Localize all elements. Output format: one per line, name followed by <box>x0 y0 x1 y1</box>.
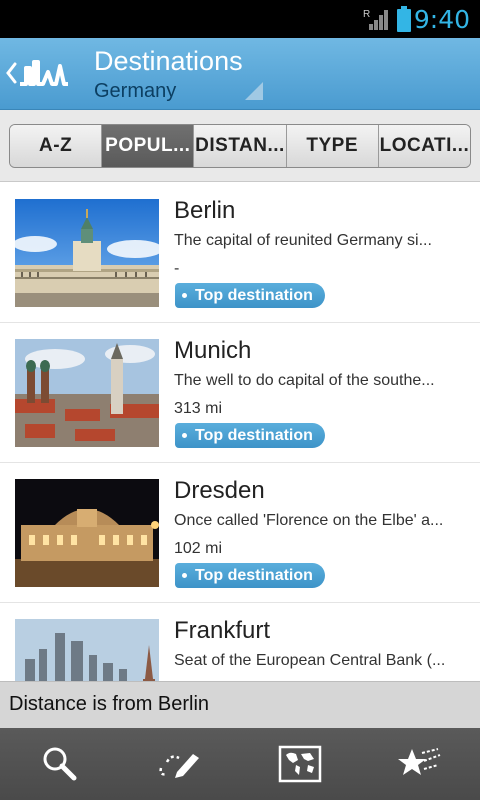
dropdown-corner-icon <box>245 82 263 100</box>
destination-distance: - <box>174 260 180 277</box>
nav-search-button[interactable] <box>0 728 120 800</box>
destination-list[interactable]: Berlin The capital of reunited Germany s… <box>0 183 480 681</box>
chevron-left-icon[interactable] <box>5 62 17 84</box>
sort-tabs: A-Z POPUL... DISTAN... TYPE LOCATI... <box>9 124 471 168</box>
tab-locati[interactable]: LOCATI... <box>377 125 470 167</box>
nav-favorites-button[interactable] <box>360 728 480 800</box>
destination-description: Seat of the European Central Bank (... <box>174 652 446 669</box>
tab-popul[interactable]: POPUL... <box>101 125 194 167</box>
top-destination-badge: Top destination <box>175 423 325 448</box>
badge-label: Top destination <box>195 287 313 304</box>
network-label: R <box>363 9 370 20</box>
destination-name: Berlin <box>174 197 236 224</box>
destination-distance: 102 mi <box>174 540 223 557</box>
destination-thumbnail <box>15 479 159 587</box>
destination-name: Munich <box>174 337 252 364</box>
destination-thumbnail <box>15 339 159 447</box>
tab-a-z[interactable]: A-Z <box>10 125 102 167</box>
country-selector[interactable]: Germany <box>94 80 176 103</box>
page-title: Destinations <box>94 46 243 76</box>
badge-label: Top destination <box>195 427 313 444</box>
distance-origin-note: Distance is from Berlin <box>0 681 480 728</box>
world-map-icon <box>278 745 322 783</box>
sort-tab-bar: A-Z POPUL... DISTAN... TYPE LOCATI... <box>0 110 480 182</box>
battery-icon <box>397 6 411 32</box>
tab-distan[interactable]: DISTAN... <box>193 125 286 167</box>
list-item[interactable]: Munich The well to do capital of the sou… <box>0 323 480 463</box>
destination-name: Frankfurt <box>174 617 271 644</box>
destination-description: The well to do capital of the southe... <box>174 372 435 389</box>
favorites-stars-icon <box>398 748 441 775</box>
nav-map-button[interactable] <box>240 728 360 800</box>
city-skyline-logo-icon[interactable] <box>18 54 70 94</box>
destination-thumbnail <box>15 619 159 681</box>
app-header: Destinations Germany <box>0 38 480 110</box>
badge-label: Top destination <box>195 567 313 584</box>
destination-thumbnail <box>15 199 159 307</box>
status-bar: R 9:40 <box>0 0 480 38</box>
search-icon <box>43 747 77 781</box>
top-destination-badge: Top destination <box>175 563 325 588</box>
destination-distance: 313 mi <box>174 400 223 417</box>
destination-description: Once called 'Florence on the Elbe' a... <box>174 512 444 529</box>
nav-notes-button[interactable] <box>120 728 240 800</box>
list-item[interactable]: Dresden Once called 'Florence on the Elb… <box>0 463 480 603</box>
top-destination-badge: Top destination <box>175 283 325 308</box>
edit-notes-icon <box>159 754 199 778</box>
clock: 9:40 <box>413 5 470 34</box>
list-item[interactable]: Berlin The capital of reunited Germany s… <box>0 183 480 323</box>
bottom-nav <box>0 728 480 800</box>
signal-strength-icon: R <box>363 9 388 30</box>
tab-type[interactable]: TYPE <box>285 125 378 167</box>
destination-name: Dresden <box>174 477 265 504</box>
list-item[interactable]: Frankfurt Seat of the European Central B… <box>0 603 480 681</box>
destination-description: The capital of reunited Germany si... <box>174 232 432 249</box>
